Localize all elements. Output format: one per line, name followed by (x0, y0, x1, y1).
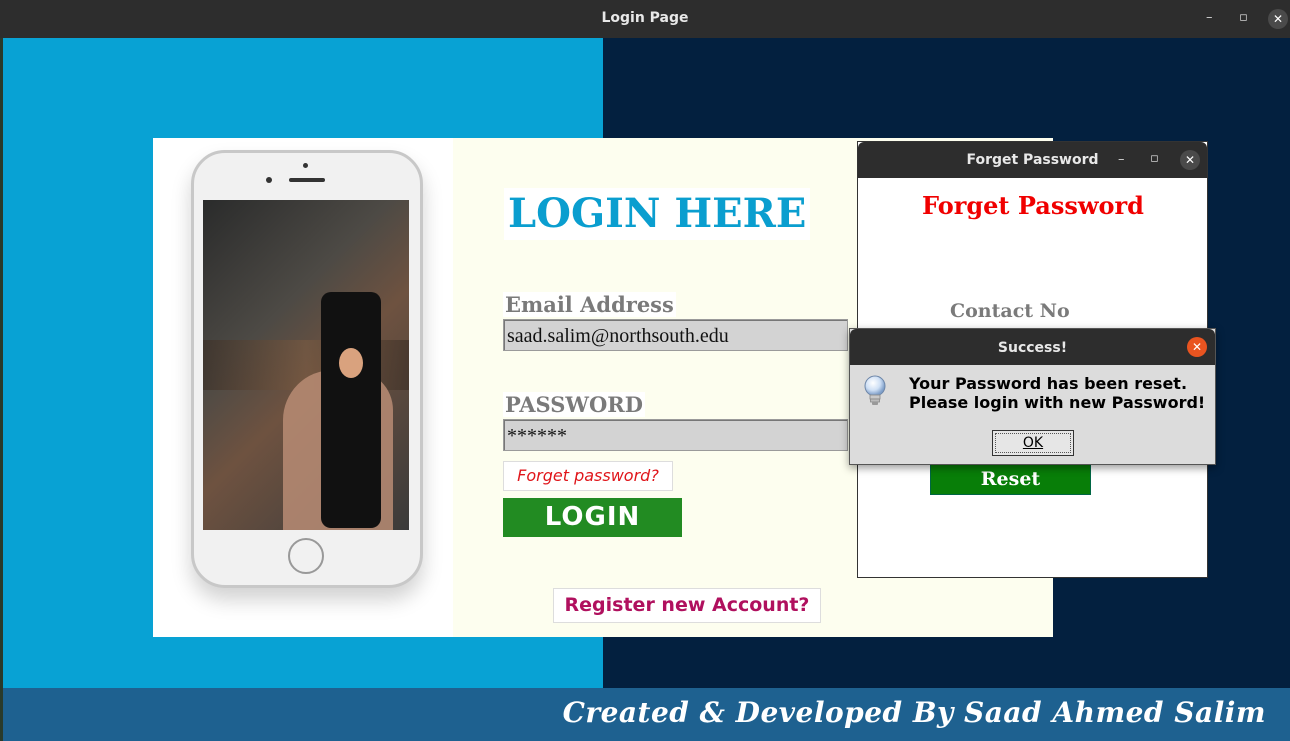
success-message: Your Password has been reset. Please log… (909, 374, 1205, 412)
phone-front-camera (266, 177, 272, 183)
phone-home-button (288, 538, 324, 574)
phone-illustration (153, 138, 453, 637)
close-icon[interactable]: ✕ (1268, 9, 1288, 29)
forget-password-titlebar: Forget Password – ▫ ✕ (858, 142, 1207, 178)
close-icon[interactable]: ✕ (1180, 150, 1200, 170)
window-title: Login Page (601, 10, 689, 26)
login-button[interactable]: LOGIN (503, 498, 682, 537)
email-field[interactable]: saad.salim@northsouth.edu (503, 319, 848, 351)
maximize-icon[interactable]: ▫ (1239, 10, 1248, 25)
forget-password-link[interactable]: Forget password? (503, 461, 673, 491)
minimize-icon[interactable]: – (1118, 152, 1125, 167)
success-message-line1: Your Password has been reset. (909, 374, 1188, 393)
close-icon[interactable]: ✕ (1187, 337, 1207, 357)
login-heading: LOGIN HERE (504, 188, 811, 240)
footer-bar: Created & Developed By Saad Ahmed Salim (3, 688, 1290, 741)
footer-credit: Created & Developed By Saad Ahmed Salim (562, 696, 1266, 729)
success-message-line2: Please login with new Password! (909, 393, 1206, 412)
window-titlebar: Login Page – ▫ ✕ (0, 0, 1290, 38)
success-dialog-title: Success! (997, 340, 1068, 356)
maximize-icon[interactable]: ▫ (1150, 151, 1159, 166)
photo-phone (321, 292, 381, 528)
minimize-icon[interactable]: – (1206, 10, 1213, 25)
ok-button[interactable]: OK (992, 430, 1074, 456)
photo-avatar-face (339, 348, 363, 378)
contact-no-label: Contact No (950, 300, 1070, 322)
phone-image (191, 150, 423, 588)
phone-speaker (289, 178, 325, 182)
reset-password-button[interactable]: Reset Password (930, 461, 1091, 524)
lightbulb-icon (864, 375, 886, 405)
phone-top-camera (303, 163, 308, 168)
success-dialog: Success! ✕ Your Password has been reset.… (849, 328, 1216, 465)
success-dialog-titlebar: Success! ✕ (850, 329, 1215, 365)
password-label: PASSWORD (503, 392, 645, 417)
password-field[interactable]: ****** (503, 419, 848, 451)
email-label: Email Address (503, 292, 676, 317)
register-link[interactable]: Register new Account? (553, 588, 821, 623)
phone-screen-photo (203, 200, 409, 530)
forget-password-heading: Forget Password (922, 191, 1144, 220)
